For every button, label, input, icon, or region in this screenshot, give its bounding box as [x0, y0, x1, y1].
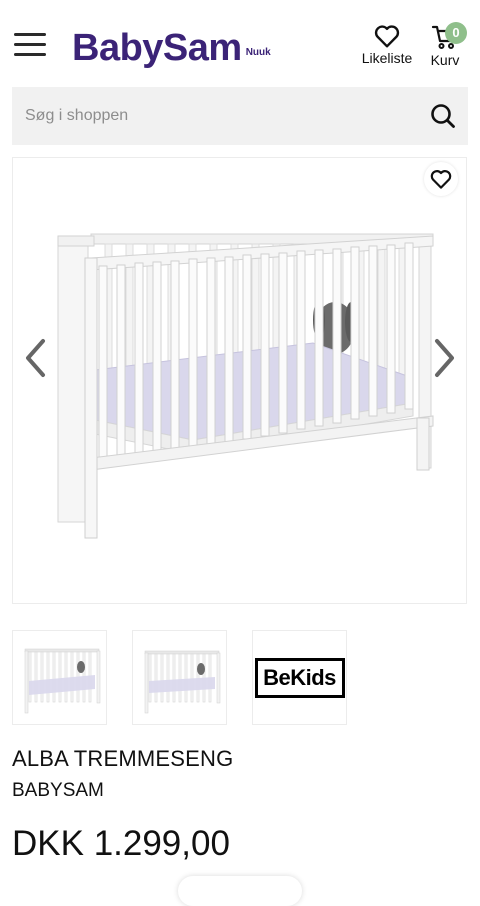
- favorite-button[interactable]: [424, 162, 458, 196]
- thumbnail-3[interactable]: BeKids: [252, 630, 347, 725]
- hamburger-icon-line: [14, 53, 46, 56]
- logo[interactable]: BabySam Nuuk: [72, 20, 271, 70]
- chevron-right-icon[interactable]: [431, 338, 457, 378]
- crib-image: [57, 233, 434, 539]
- thumbnail-2[interactable]: [132, 630, 227, 725]
- crib-thumbnail-image: [24, 648, 101, 714]
- product-brand[interactable]: BABYSAM: [12, 780, 104, 802]
- cart-label: Kurv: [430, 52, 460, 68]
- bekids-logo: BeKids: [254, 657, 345, 698]
- hamburger-icon-line: [14, 43, 46, 46]
- likes-label: Likeliste: [361, 50, 413, 66]
- likes-button[interactable]: Likeliste: [358, 24, 416, 66]
- search-icon[interactable]: [430, 103, 456, 129]
- heart-icon: [430, 170, 452, 189]
- cart-count-badge: 0: [445, 22, 467, 44]
- product-image[interactable]: [12, 157, 467, 604]
- product-price: DKK 1.299,00: [12, 824, 230, 863]
- crib-thumbnail-image: [144, 650, 221, 714]
- search-input[interactable]: [12, 106, 407, 126]
- hamburger-icon-line: [14, 33, 46, 36]
- search-bar: [12, 87, 468, 145]
- product-title: ALBA TREMMESENG: [12, 746, 234, 771]
- heart-icon: [374, 25, 400, 48]
- logo-location: Nuuk: [245, 47, 271, 58]
- floating-action-pill[interactable]: [178, 876, 302, 906]
- thumbnail-1[interactable]: [12, 630, 107, 725]
- chevron-left-icon[interactable]: [23, 338, 49, 378]
- logo-text: BabySam: [72, 27, 242, 69]
- menu-button[interactable]: [14, 33, 46, 56]
